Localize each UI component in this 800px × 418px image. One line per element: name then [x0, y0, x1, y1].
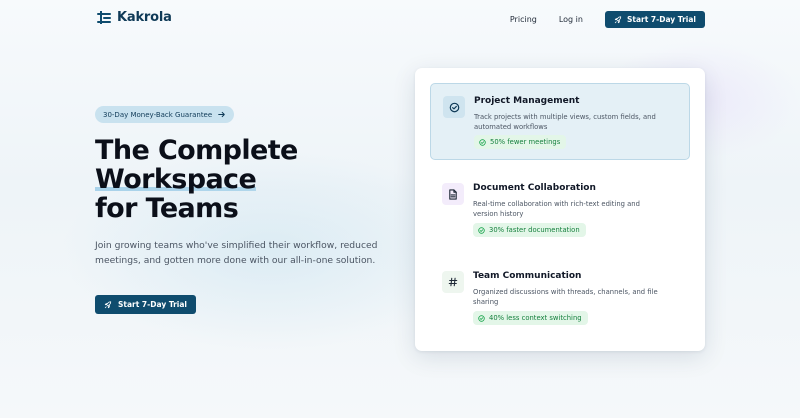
rocket-icon — [614, 15, 622, 23]
feature-title: Team Communication — [473, 271, 582, 281]
rocket-icon — [104, 300, 112, 308]
feature-title: Document Collaboration — [473, 183, 596, 193]
nav-pricing-link[interactable]: Pricing — [510, 15, 537, 24]
hero-title-highlight: Workspace — [95, 164, 257, 195]
guarantee-badge-label: 30-Day Money-Back Guarantee — [103, 110, 213, 119]
check-circle-icon — [443, 96, 465, 118]
feature-team-communication[interactable]: Team Communication Organized discussions… — [430, 259, 690, 334]
hero-trial-label: Start 7-Day Trial — [117, 300, 188, 309]
feature-title: Project Management — [474, 96, 580, 106]
document-icon — [442, 183, 464, 205]
feature-document-collaboration[interactable]: Document Collaboration Real-time collabo… — [430, 171, 690, 246]
feature-metric-label: 50% fewer meetings — [490, 138, 561, 146]
brand-name: Kakrola — [117, 10, 172, 25]
hero-subtitle: Join growing teams who've simplified the… — [95, 240, 378, 266]
feature-metric-badge: 50% fewer meetings — [474, 135, 567, 149]
header-trial-label: Start 7-Day Trial — [626, 15, 696, 24]
feature-metric-badge: 40% less context switching — [473, 311, 588, 325]
top-nav: Pricing Log in Start 7-Day Trial — [510, 11, 705, 28]
brand-logo[interactable]: Kakrola — [97, 10, 172, 25]
arrow-right-icon — [218, 111, 225, 118]
guarantee-badge[interactable]: 30-Day Money-Back Guarantee — [95, 106, 235, 123]
feature-project-management[interactable]: Project Management Track projects with m… — [430, 83, 690, 160]
hero-title: The Complete Workspace for Teams — [95, 136, 415, 223]
feature-description: Organized discussions with threads, chan… — [473, 288, 658, 306]
feature-description: Real-time collaboration with rich-text e… — [473, 200, 640, 218]
hash-icon — [442, 271, 464, 293]
site-header: Kakrola Pricing Log in Start 7-Day Trial — [0, 0, 800, 38]
logo-mark-icon — [97, 10, 111, 25]
features-card: Project Management Track projects with m… — [415, 68, 705, 351]
hero-title-line-1: The Complete — [95, 135, 298, 166]
feature-metric-label: 30% faster documentation — [489, 226, 580, 234]
check-circle-small-icon — [478, 314, 485, 322]
hero-title-line-3: for Teams — [95, 193, 239, 224]
header-trial-button[interactable]: Start 7-Day Trial — [604, 11, 705, 28]
hero-trial-button[interactable]: Start 7-Day Trial — [95, 295, 196, 314]
feature-metric-badge: 30% faster documentation — [473, 223, 586, 237]
feature-metric-label: 40% less context switching — [489, 314, 582, 322]
feature-description: Track projects with multiple views, cust… — [474, 113, 656, 131]
nav-login-link[interactable]: Log in — [559, 15, 583, 24]
check-circle-small-icon — [479, 138, 486, 146]
check-circle-small-icon — [478, 226, 485, 234]
